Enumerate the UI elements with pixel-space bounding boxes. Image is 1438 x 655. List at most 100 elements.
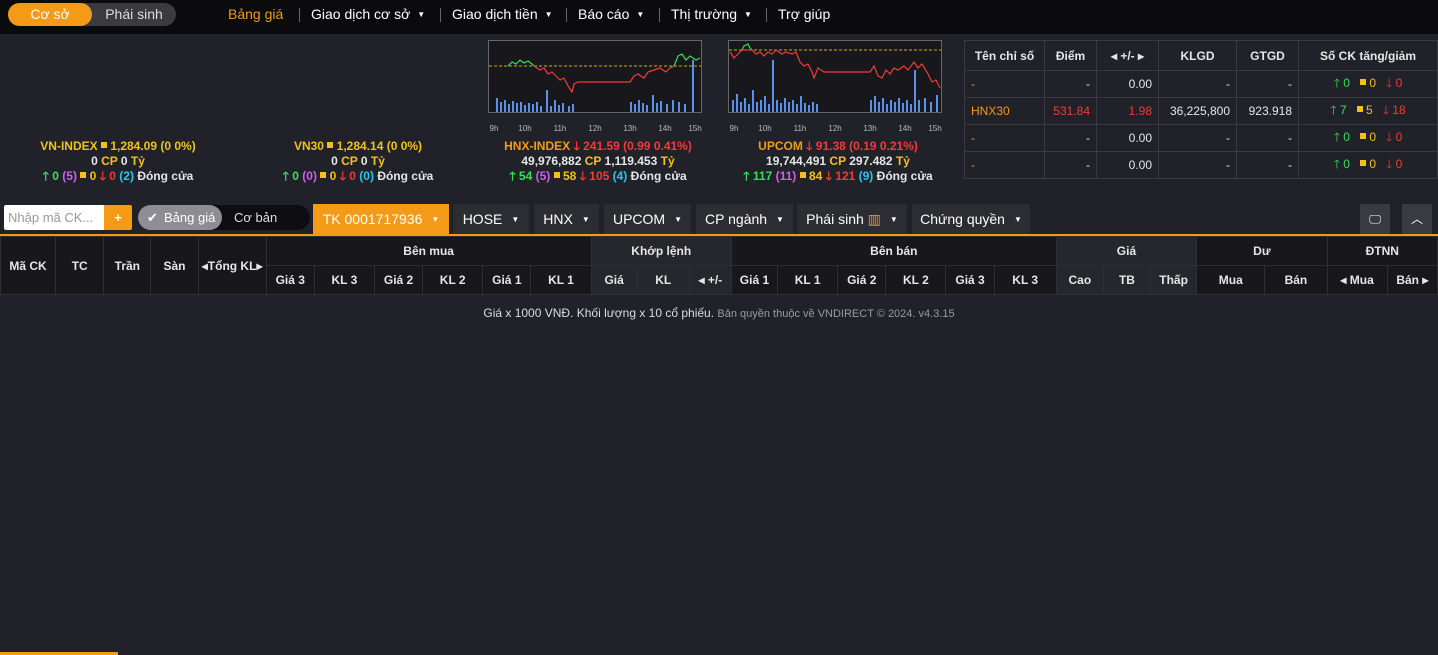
- svg-text:12h: 12h: [828, 124, 841, 133]
- col-sell-kl-3[interactable]: KL 3: [993, 265, 1057, 295]
- mode-co-so[interactable]: Cơ sở: [8, 3, 92, 26]
- monitor-icon[interactable]: 🖵: [1360, 204, 1390, 234]
- menu-tro-giup[interactable]: Trợ giúp: [778, 0, 830, 30]
- col-sell-kl-1[interactable]: KL 1: [777, 265, 839, 295]
- stock-search-input[interactable]: Nhập mã CK...: [4, 205, 104, 230]
- col-sell-gia-3[interactable]: Giá 3: [945, 265, 995, 295]
- arrow-up-icon: 🡑: [42, 169, 49, 183]
- col-du-mua[interactable]: Mua: [1196, 265, 1266, 295]
- col-buy-gia-2[interactable]: Giá 2: [373, 265, 424, 295]
- arrow-up-icon: 🡑: [1330, 102, 1337, 117]
- col-buy-gia-1[interactable]: Giá 1: [482, 265, 532, 295]
- view-bang-gia[interactable]: ✔ Bảng giá: [138, 205, 222, 230]
- menu-giao-dich-co-so[interactable]: Giao dịch cơ sở ▼: [311, 0, 425, 30]
- vn-index-summary[interactable]: VN-INDEX 1,284.09 (0 0%) 0 CP 0 Tỷ 🡑 0 (…: [8, 139, 228, 184]
- tab-hose[interactable]: HOSE ▼: [453, 204, 529, 234]
- table-row[interactable]: HNX30 531.84 1.98 36,225,800 923.918 🡑 7…: [964, 97, 1438, 125]
- menu-bao-cao[interactable]: Báo cáo ▼: [578, 0, 644, 30]
- index-table-header: Tên chỉ số Điểm ◂ +/- ▸ KLGD GTGD Số CK …: [964, 40, 1438, 71]
- menu-label: Giao dịch cơ sở: [311, 6, 411, 22]
- col-match-gia[interactable]: Giá: [590, 265, 638, 295]
- arrow-down-icon: 🡓: [1386, 156, 1393, 171]
- caret-down-icon: ▼: [674, 215, 683, 224]
- add-stock-button[interactable]: +: [104, 205, 132, 230]
- col-buy-gia-3[interactable]: Giá 3: [265, 265, 315, 295]
- caret-down-icon: ▼: [511, 215, 520, 224]
- table-row[interactable]: - - 0.00 - - 🡑 0 0 🡓 0: [964, 151, 1438, 179]
- ceiling-count: (5): [535, 169, 551, 183]
- advancers: 117: [752, 169, 773, 183]
- floor-count: (4): [612, 169, 628, 183]
- arrow-down-icon: 🡓: [339, 169, 346, 183]
- tab-account[interactable]: TK 0001717936 ▼: [313, 204, 449, 234]
- col-change[interactable]: ◂ +/- ▸: [1096, 40, 1159, 71]
- volume: 0: [331, 154, 338, 168]
- col-match-kl[interactable]: KL: [636, 265, 690, 295]
- tab-phai-sinh[interactable]: Phái sinh ▥ ▼: [797, 204, 907, 234]
- menu-giao-dich-tien[interactable]: Giao dịch tiền ▼: [452, 0, 553, 30]
- col-tong-kl[interactable]: ◂Tổng KL▸: [197, 236, 267, 295]
- hnx-index-summary[interactable]: HNX-INDEX 🡓 241.59 (0.99 0.41%) 49,976,8…: [488, 139, 708, 184]
- caret-right-icon: ▸: [1422, 273, 1429, 287]
- col-tb[interactable]: TB: [1102, 265, 1152, 295]
- chart-frame: [488, 40, 702, 113]
- view-co-ban[interactable]: Cơ bản: [234, 205, 277, 230]
- hnx-index-chart[interactable]: 9h 10h 11h 12h 13h 14h 15h: [488, 40, 702, 134]
- caret-down-icon: ▼: [889, 215, 898, 224]
- col-ma-ck[interactable]: Mã CK: [0, 236, 57, 295]
- group-du: Dư: [1196, 236, 1328, 266]
- row-name: HNX30: [964, 97, 1045, 125]
- menu-divider: [766, 8, 767, 22]
- table-row[interactable]: - - 0.00 - - 🡑 0 0 🡓 0: [964, 124, 1438, 152]
- tab-hnx[interactable]: HNX ▼: [534, 204, 599, 234]
- upcom-chart[interactable]: 9h 10h 11h 12h 13h 14h 15h: [728, 40, 942, 134]
- col-tran[interactable]: Trần: [103, 236, 152, 295]
- col-match-change[interactable]: ◂ +/-: [688, 265, 732, 295]
- index-name: HNX-INDEX: [504, 139, 571, 153]
- col-buy-kl-2[interactable]: KL 2: [422, 265, 484, 295]
- col-dtnn-ban[interactable]: Bán ▸: [1386, 265, 1438, 295]
- upcom-summary[interactable]: UPCOM 🡓 91.38 (0.19 0.21%) 19,744,491 CP…: [728, 139, 948, 184]
- caret-down-icon: ▼: [744, 10, 752, 19]
- menu-bang-gia[interactable]: Bảng giá: [228, 0, 283, 30]
- price-board-header: Mã CK TC Trần Sàn ◂Tổng KL▸ Bên mua Khớp…: [0, 236, 1438, 295]
- arrow-up-icon: 🡑: [1333, 75, 1340, 90]
- svg-text:15h: 15h: [928, 124, 941, 133]
- down-count: 18: [1392, 102, 1406, 117]
- unchanged-square-icon: [799, 172, 806, 178]
- col-tc[interactable]: TC: [55, 236, 105, 295]
- menu-label: Bảng giá: [228, 6, 284, 22]
- table-row[interactable]: - - 0.00 - - 🡑 0 0 🡓 0: [964, 70, 1438, 98]
- col-buy-kl-3[interactable]: KL 3: [313, 265, 375, 295]
- col-du-ban[interactable]: Bán: [1264, 265, 1328, 295]
- time-axis: 9h 10h 11h 12h 13h 14h 15h: [490, 124, 702, 133]
- col-san[interactable]: Sàn: [150, 236, 199, 295]
- col-sell-gia-1[interactable]: Giá 1: [730, 265, 779, 295]
- session-status: Đóng cửa: [630, 169, 687, 183]
- col-dtnn-mua[interactable]: ◂ Mua: [1326, 265, 1388, 295]
- menu-thi-truong[interactable]: Thị trường ▼: [671, 0, 752, 30]
- view-bang-gia-label: Bảng giá: [164, 210, 216, 225]
- col-cao[interactable]: Cao: [1055, 265, 1104, 295]
- unchanged: 0: [89, 169, 97, 183]
- index-value: 91.38 (0.19 0.21%): [815, 139, 918, 153]
- col-sell-kl-2[interactable]: KL 2: [885, 265, 947, 295]
- unchanged: 58: [562, 169, 577, 183]
- unchanged-square-icon: [1359, 132, 1366, 139]
- col-sell-gia-2[interactable]: Giá 2: [837, 265, 887, 295]
- col-so-ck: Số CK tăng/giảm: [1298, 40, 1438, 71]
- col-buy-kl-1[interactable]: KL 1: [530, 265, 592, 295]
- arrow-down-icon: 🡓: [573, 139, 580, 153]
- tab-upcom[interactable]: UPCOM ▼: [604, 204, 691, 234]
- unchanged-square-icon: [553, 172, 560, 178]
- value-traded: 297.482: [849, 154, 893, 168]
- col-diem: Điểm: [1044, 40, 1097, 71]
- tab-label: Chứng quyền: [920, 211, 1005, 227]
- up-count: 0: [1343, 156, 1350, 171]
- col-thap[interactable]: Thấp: [1150, 265, 1198, 295]
- mode-phai-sinh[interactable]: Phái sinh: [92, 3, 176, 26]
- vn30-summary[interactable]: VN30 1,284.14 (0 0%) 0 CP 0 Tỷ 🡑 0 (0) 0…: [248, 139, 468, 184]
- tab-chung-quyen[interactable]: Chứng quyền ▼: [912, 204, 1030, 234]
- tab-cp-nganh[interactable]: CP ngành ▼: [696, 204, 793, 234]
- collapse-up-icon[interactable]: ︿: [1402, 204, 1432, 234]
